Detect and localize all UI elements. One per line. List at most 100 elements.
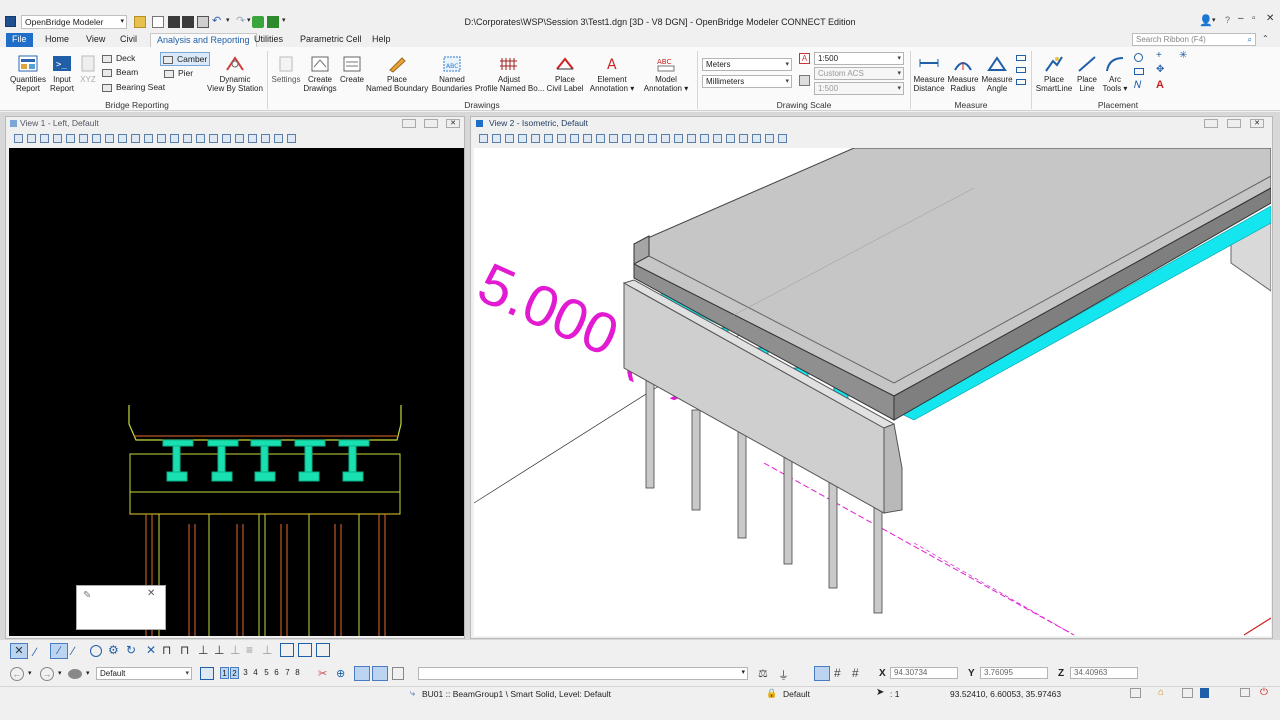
open-icon[interactable] — [134, 16, 146, 28]
fence-mode-icon[interactable] — [354, 666, 370, 681]
view-tool-icon[interactable] — [687, 134, 696, 143]
view-tool-icon[interactable] — [144, 134, 153, 143]
baseline-tool-2-icon[interactable]: ⊥ — [214, 643, 224, 657]
accudraw-toggle-icon[interactable]: ✕ — [10, 643, 28, 659]
drawing-status-icon[interactable] — [1182, 688, 1193, 698]
back-icon[interactable]: ← — [10, 667, 24, 681]
workflow-selector[interactable]: OpenBridge Modeler ▾ — [21, 15, 127, 29]
view-tool-icon[interactable] — [222, 134, 231, 143]
view-tool-icon[interactable] — [492, 134, 501, 143]
measure-volume-icon[interactable] — [1016, 67, 1026, 73]
view1-minimize-icon[interactable] — [402, 119, 416, 128]
user-icon[interactable]: 👤 — [1199, 14, 1213, 27]
view-tool-icon[interactable] — [79, 134, 88, 143]
circle-tool-icon[interactable] — [90, 645, 102, 657]
element-selection-icon[interactable]: ⊕ — [336, 667, 345, 680]
gear-icon[interactable]: ⚙ — [108, 643, 119, 657]
parallel-tool-icon[interactable]: ⊥ — [230, 643, 240, 657]
fence-tool-icon[interactable] — [280, 643, 294, 657]
user-dropdown-icon[interactable]: ▾ — [1212, 16, 1216, 24]
minimize-icon[interactable]: – — [1238, 13, 1244, 24]
tab-parametric-cell[interactable]: Parametric Cell — [294, 33, 368, 47]
undo-dropdown-icon[interactable]: ▾ — [226, 16, 230, 24]
new-icon[interactable] — [152, 16, 164, 28]
model-annotation-button[interactable]: ABC Model Annotation ▾ — [640, 55, 692, 93]
view-tool-icon[interactable] — [14, 134, 23, 143]
fence-tool-3-icon[interactable] — [316, 643, 330, 657]
view2-close-icon[interactable]: ✕ — [1250, 119, 1264, 128]
message-input[interactable]: ▾ — [418, 667, 748, 680]
active-level-status[interactable]: Default — [783, 689, 810, 699]
secondary-scale-select[interactable]: 1:500 ▾ — [814, 82, 904, 95]
view-tool-icon[interactable] — [596, 134, 605, 143]
camber-report-button[interactable]: Camber — [160, 52, 211, 66]
pin-icon[interactable] — [252, 16, 264, 28]
view-tool-icon[interactable] — [274, 134, 283, 143]
view-button-4[interactable]: 4 — [251, 667, 260, 679]
quantities-report-button[interactable]: Quantities Report — [8, 55, 48, 93]
profile-tool-2-icon[interactable]: ⊓ — [180, 643, 189, 657]
window-status-icon[interactable] — [1240, 688, 1250, 697]
profile-tool-icon[interactable]: ⊓ — [162, 643, 171, 657]
grid-2-icon[interactable]: # — [834, 666, 841, 680]
view1-canvas[interactable] — [9, 148, 464, 636]
input-report-button[interactable]: >_ Input Report — [49, 55, 75, 93]
measure-area-icon[interactable] — [1016, 55, 1026, 61]
filter-icon[interactable]: ⏚ — [778, 667, 789, 683]
snap-settings-icon[interactable] — [392, 667, 404, 680]
view-tool-icon[interactable] — [531, 134, 540, 143]
view-tool-icon[interactable] — [196, 134, 205, 143]
tab-utilities[interactable]: Utilities — [248, 33, 289, 47]
view-tool-icon[interactable] — [105, 134, 114, 143]
view-tool-icon[interactable] — [131, 134, 140, 143]
smartline-tool-icon[interactable]: ∕ — [34, 645, 36, 659]
fence-status-icon[interactable] — [1130, 688, 1141, 698]
multiline-icon[interactable]: 𝑁 — [1134, 80, 1141, 91]
tab-civil[interactable]: Civil — [114, 33, 143, 47]
view-tool-icon[interactable] — [648, 134, 657, 143]
pier-report-button[interactable]: Pier — [164, 68, 193, 78]
view-button-2[interactable]: 2 — [230, 667, 239, 679]
beam-report-button[interactable]: Beam — [102, 67, 138, 77]
save-status-icon[interactable] — [1200, 688, 1209, 698]
power-icon[interactable]: ⏻ — [1260, 687, 1268, 698]
view-tool-icon[interactable] — [235, 134, 244, 143]
view-tool-icon[interactable] — [170, 134, 179, 143]
tab-help[interactable]: Help — [366, 33, 397, 47]
place-named-boundary-button[interactable]: Place Named Boundary — [366, 55, 428, 93]
view1-close-icon[interactable]: ✕ — [446, 119, 460, 128]
view-tool-icon[interactable] — [287, 134, 296, 143]
line-tool-icon[interactable]: ∕ — [50, 643, 68, 659]
rotate-tool-icon[interactable]: ↻ — [126, 643, 136, 657]
back-dropdown-icon[interactable]: ▾ — [28, 669, 32, 677]
view-tool-icon[interactable] — [261, 134, 270, 143]
point-tools-icon[interactable]: + — [1156, 50, 1162, 61]
fence-tool-2-icon[interactable] — [298, 643, 312, 657]
grid-icon[interactable] — [814, 666, 830, 681]
view-tool-icon[interactable] — [518, 134, 527, 143]
annotation-scale-select[interactable]: 1:500 ▾ — [814, 52, 904, 65]
create-drawings-button[interactable]: Create Drawings — [302, 55, 338, 93]
view-tool-icon[interactable] — [778, 134, 787, 143]
view-tool-icon[interactable] — [248, 134, 257, 143]
redo-dropdown-icon[interactable]: ▾ — [247, 16, 251, 24]
tool-settings-close-icon[interactable]: ✕ — [147, 588, 155, 599]
view-tool-icon[interactable] — [765, 134, 774, 143]
view-tool-icon[interactable] — [674, 134, 683, 143]
view-tool-icon[interactable] — [544, 134, 553, 143]
view-button-5[interactable]: 5 — [262, 667, 271, 679]
rectangle-tools-icon[interactable] — [1134, 68, 1144, 75]
circle-tools-icon[interactable] — [1134, 53, 1143, 62]
dynamic-view-by-station-button[interactable]: Dynamic View By Station — [206, 55, 264, 93]
view-tool-icon[interactable] — [700, 134, 709, 143]
view2-minimize-icon[interactable] — [1204, 119, 1218, 128]
place-line-button[interactable]: Place Line — [1074, 55, 1100, 93]
view-tool-icon[interactable] — [739, 134, 748, 143]
tab-file[interactable]: File — [6, 33, 33, 47]
move-tools-icon[interactable]: ✥ — [1156, 64, 1164, 75]
view-tool-icon[interactable] — [713, 134, 722, 143]
view2-maximize-icon[interactable] — [1227, 119, 1241, 128]
close-icon[interactable]: ✕ — [1266, 13, 1274, 24]
view-tool-icon[interactable] — [726, 134, 735, 143]
z-coordinate-field[interactable]: 34.40963 — [1070, 667, 1138, 679]
